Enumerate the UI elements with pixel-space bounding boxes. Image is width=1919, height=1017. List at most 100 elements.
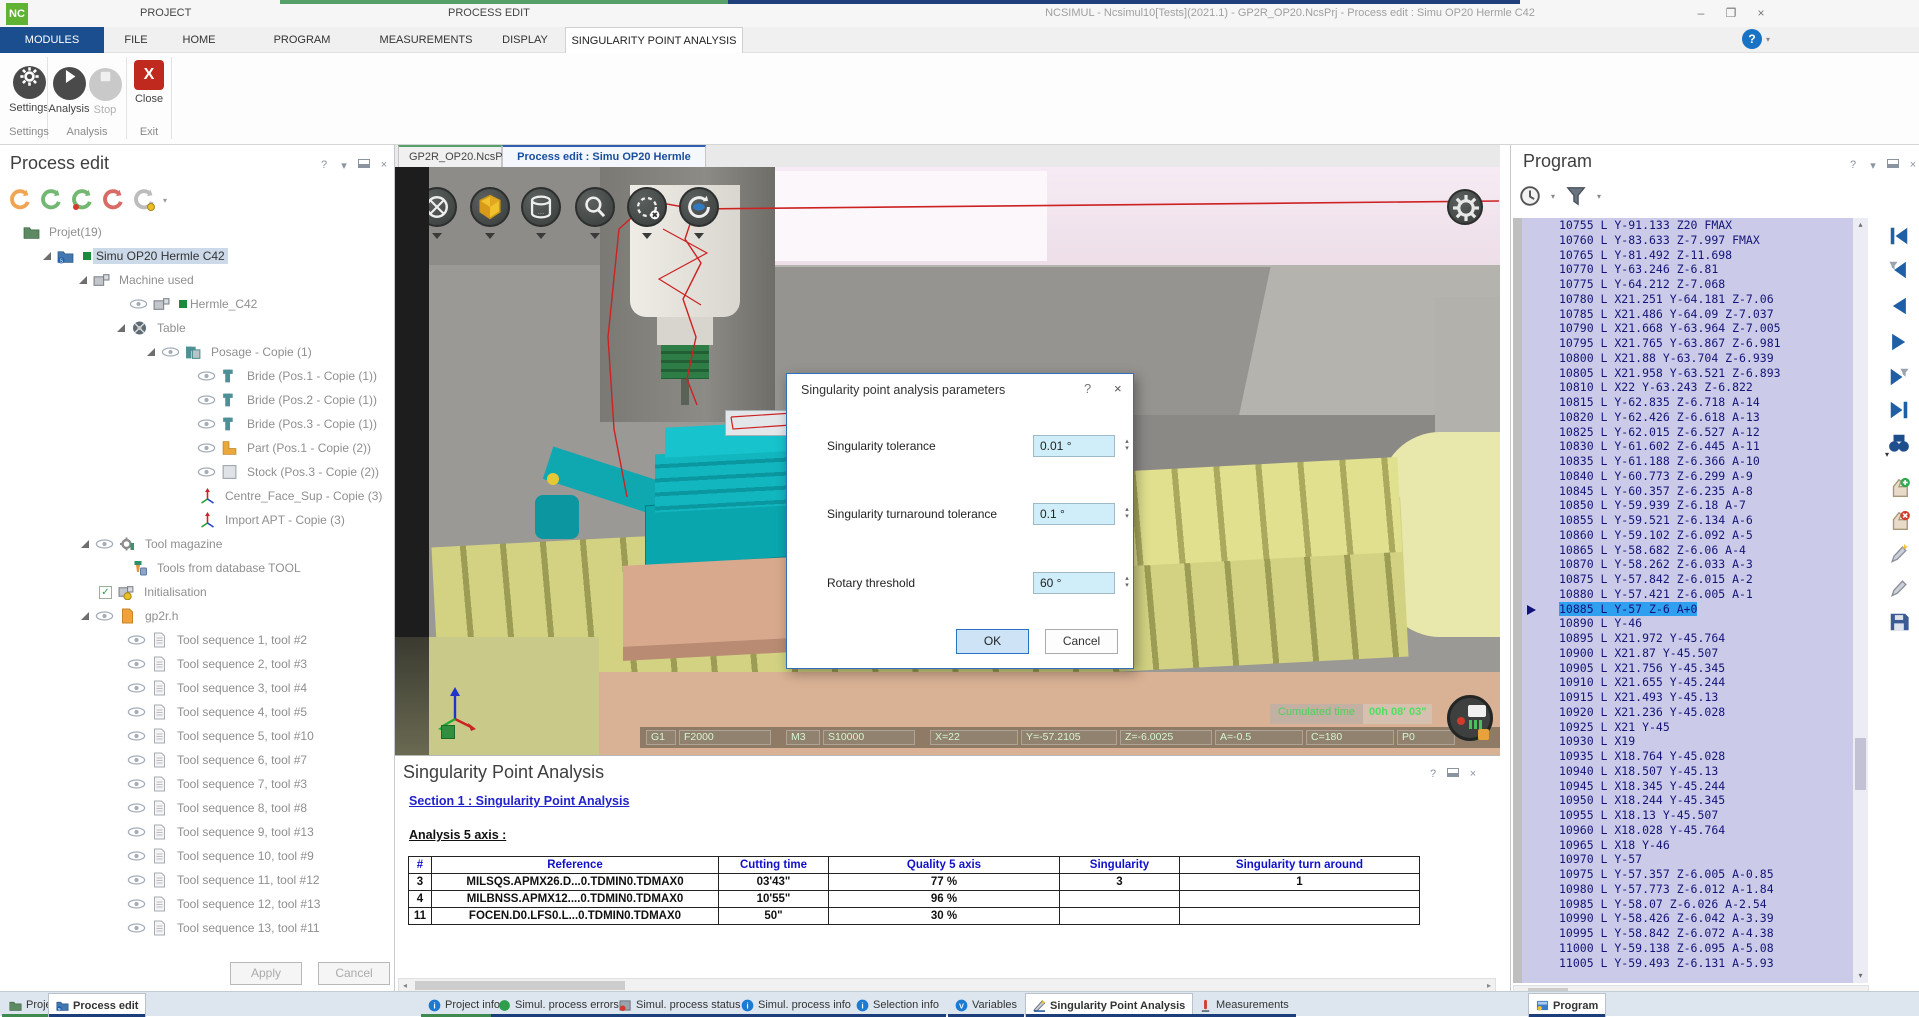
gcode-line[interactable]: 10870 L Y-58.262 Z-6.033 A-3 [1513,557,1853,572]
visibility-eye-icon[interactable] [95,611,114,621]
tree-item[interactable]: Tool sequence 2, tool #3 [0,652,394,676]
gcode-line[interactable]: 10820 L Y-62.426 Z-6.618 A-13 [1513,410,1853,425]
toolbar-caret-icon[interactable] [432,233,442,239]
report-hscrollbar[interactable]: ◂ ▸ [398,978,1496,992]
close-window-button[interactable]: × [1748,4,1774,22]
maximize-button[interactable]: ❐ [1718,4,1744,22]
skip-last-icon[interactable] [1888,399,1910,421]
gcode-line[interactable]: 10980 L Y-57.773 Z-6.012 A-1.84 [1513,882,1853,897]
toolbar-caret-icon[interactable]: ▾ [1551,192,1555,201]
reset-red-icon[interactable] [101,188,125,212]
gcode-line[interactable]: 10855 L Y-59.521 Z-6.134 A-6 [1513,513,1853,528]
visibility-eye-icon[interactable] [127,875,146,885]
scroll-right-icon[interactable]: ▸ [1483,980,1495,991]
ribbon-tab-display[interactable]: DISPLAY [492,27,558,53]
expand-triangle-icon[interactable] [43,252,51,260]
gcode-line[interactable]: 10770 L Y-63.246 Z-6.81 [1513,262,1853,277]
ribbon-tab-file[interactable]: FILE [108,27,164,53]
gcode-line[interactable]: 10965 L X18 Y-46 [1513,838,1853,853]
gcode-line[interactable]: 10880 L Y-57.421 Z-6.005 A-1 [1513,587,1853,602]
tree-item[interactable]: Tool magazine [0,532,394,556]
visibility-eye-icon[interactable] [197,371,216,381]
visibility-eye-icon[interactable] [197,443,216,453]
gcode-line[interactable]: 10850 L Y-59.939 Z-6.18 A-7 [1513,498,1853,513]
filter-icon[interactable] [1565,185,1587,207]
toolbar-caret-icon[interactable]: ▾ [163,196,167,205]
pin-icon[interactable] [1447,768,1459,780]
visibility-eye-icon[interactable] [127,755,146,765]
next-filter-icon[interactable] [1888,366,1910,388]
gcode-line[interactable]: 10775 L Y-64.212 Z-7.068 [1513,277,1853,292]
gcode-line[interactable]: 10920 L X21.236 Y-45.028 [1513,705,1853,720]
gcode-line[interactable]: 10815 L Y-62.835 Z-6.718 A-14 [1513,395,1853,410]
visibility-eye-icon[interactable] [127,803,146,813]
edit-pencil-icon[interactable] [1888,577,1910,599]
tree-item[interactable]: Machine used [0,268,394,292]
tree-item[interactable]: Tool sequence 12, tool #13 [0,892,394,916]
visibility-eye-icon[interactable] [127,899,146,909]
ok-button[interactable]: OK [956,629,1029,654]
tree-item[interactable]: Hermle_C42 [0,292,394,316]
dialog-close-icon[interactable]: × [1114,381,1122,396]
visibility-eye-icon[interactable] [197,467,216,477]
reset-orange-icon[interactable] [8,188,32,212]
rotate-icon[interactable] [679,187,719,227]
gcode-line[interactable]: 10940 L X18.507 Y-45.13 [1513,764,1853,779]
scroll-thumb[interactable] [1855,738,1866,790]
bottom-tab-singularity-point-analysis[interactable]: Singularity Point Analysis [1025,993,1193,1017]
visibility-eye-icon[interactable] [127,827,146,837]
gcode-line[interactable]: 10795 L X21.765 Y-63.867 Z-6.981 [1513,336,1853,351]
tree-item[interactable]: Tools from database TOOL [0,556,394,580]
visibility-eye-icon[interactable] [127,707,146,717]
spinner-icon[interactable]: ▴▾ [1121,438,1133,452]
scroll-down-icon[interactable]: ▾ [1853,969,1868,983]
ribbon-tab-home[interactable]: HOME [168,27,230,53]
gcode-line[interactable]: 10950 L X18.244 Y-45.345 [1513,793,1853,808]
spinner-icon[interactable]: ▴▾ [1121,506,1133,520]
zoom-icon[interactable] [575,187,615,227]
toolbar-caret-icon[interactable] [485,233,495,239]
tree-item[interactable]: Centre_Face_Sup - Copie (3) [0,484,394,508]
pin-icon[interactable] [358,159,370,172]
gcode-line[interactable]: 10755 L Y-91.133 Z20 FMAX [1513,218,1853,233]
expand-triangle-icon[interactable] [81,612,89,620]
tree-item[interactable]: ✓Initialisation [0,580,394,604]
visibility-eye-icon[interactable] [129,299,148,309]
stock-cylinder-icon[interactable]: ··· [521,187,561,227]
visibility-eye-icon[interactable] [127,923,146,933]
gcode-line[interactable]: 10760 L Y-83.633 Z-7.997 FMAX [1513,233,1853,248]
viewport-tab[interactable]: GP2R_OP20.NcsPrj [398,145,502,167]
tree-item[interactable]: Bride (Pos.3 - Copie (1)) [0,412,394,436]
close-icon[interactable]: × [378,159,390,172]
step-forward-icon[interactable] [1888,331,1910,353]
tree-item[interactable]: gp2r.h [0,604,394,628]
gcode-line[interactable]: 10830 L Y-61.602 Z-6.445 A-11 [1513,439,1853,454]
panel-tab-program[interactable]: Program [1528,993,1606,1017]
gcode-line[interactable]: 10885 L Y-57 Z-6 A+0 [1513,602,1853,617]
selection-icon[interactable] [627,187,667,227]
visibility-eye-icon[interactable] [197,395,216,405]
gcode-line[interactable]: 10985 L Y-58.07 Z-6.026 A-2.54 [1513,897,1853,912]
visibility-eye-icon[interactable] [127,659,146,669]
close-icon[interactable]: × [1467,768,1479,780]
gcode-list[interactable]: 10755 L Y-91.133 Z20 FMAX10760 L Y-83.63… [1513,218,1853,983]
toolbar-caret-icon[interactable]: ▾ [1885,450,1889,459]
cancel-button[interactable]: Cancel [318,962,390,985]
gcode-line[interactable]: 10930 L X19 [1513,734,1853,749]
gcode-line[interactable]: 10900 L X21.87 Y-45.507 [1513,646,1853,661]
gcode-line[interactable]: 10765 L Y-81.492 Z-11.698 [1513,248,1853,263]
tree-item[interactable]: Projet(19) [0,220,394,244]
gcode-line[interactable]: 10805 L X21.958 Y-63.521 Z-6.893 [1513,366,1853,381]
ribbon-tab-modules[interactable]: MODULES [0,27,104,53]
table-row[interactable]: 11FOCEN.D0.LFS0.L...0.TDMIN0.TDMAX050"30… [409,908,1420,925]
chevron-down-icon[interactable]: ▾ [338,159,350,172]
tree-item[interactable]: Tool sequence 8, tool #8 [0,796,394,820]
table-row[interactable]: 4MILBNSS.APMX12....0.TDMIN0.TDMAX010'55"… [409,891,1420,908]
help-icon[interactable]: ? [318,159,330,172]
gcode-line[interactable]: 10790 L X21.668 Y-63.964 Z-7.005 [1513,321,1853,336]
minimize-button[interactable]: – [1688,4,1714,22]
gcode-line[interactable]: 10960 L X18.028 Y-45.764 [1513,823,1853,838]
scroll-left-icon[interactable]: ◂ [399,980,411,991]
visibility-eye-icon[interactable] [127,779,146,789]
gcode-line[interactable]: 10915 L X21.493 Y-45.13 [1513,690,1853,705]
